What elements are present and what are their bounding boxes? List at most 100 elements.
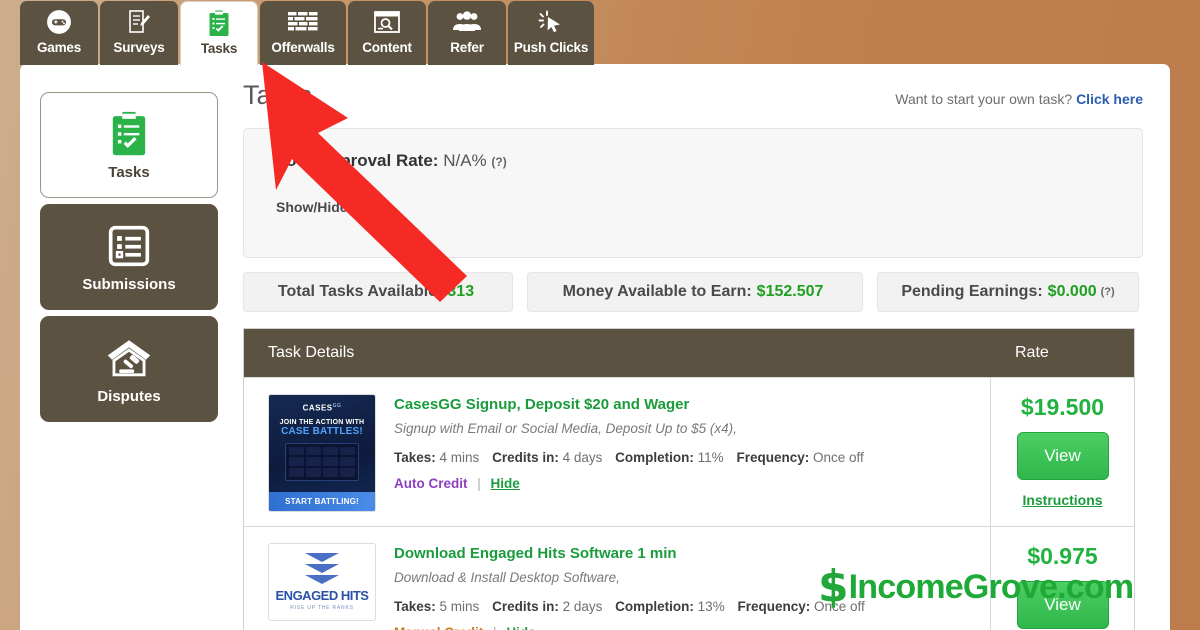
task-actions: Auto Credit | Hide (394, 476, 970, 491)
task-description: Download & Install Desktop Software, (394, 570, 620, 585)
completion-value: 11% (697, 450, 724, 465)
task-body: Download Engaged Hits Software 1 min Dow… (394, 543, 970, 630)
sidebar-item-label: Submissions (82, 275, 176, 293)
casesgg-promo-thumbnail[interactable]: CASESGG JOIN THE ACTION WITH CASE BATTLE… (268, 394, 376, 512)
thumbnail-line-1: JOIN THE ACTION WITH (279, 418, 365, 426)
page-header: Tasks Want to start your own task? Click… (243, 80, 1143, 116)
column-header-task-details: Task Details (268, 344, 355, 361)
gamepad-icon (46, 8, 72, 36)
approval-rate-label: Your Approval Rate: (276, 151, 439, 170)
completion-label: Completion: (615, 599, 694, 614)
stat-pending-earnings: Pending Earnings: $0.000 (?) (877, 272, 1139, 312)
hide-task-link[interactable]: Hide (506, 625, 535, 630)
sidebar-item-label: Disputes (97, 387, 161, 405)
task-list-icon (110, 110, 148, 158)
top-navigation: Games Surveys Tasks Offerwalls Content R… (20, 0, 594, 65)
approval-rate-value: N/A% (443, 151, 487, 170)
column-header-rate: Rate (1015, 344, 1049, 361)
tab-games[interactable]: Games (20, 1, 98, 65)
brick-wall-icon (288, 8, 318, 36)
task-rate-amount: $0.975 (1027, 543, 1098, 569)
frequency-label: Frequency: (737, 599, 811, 614)
credit-type-badge: Auto Credit (394, 476, 468, 491)
tab-label: Games (36, 40, 82, 55)
show-hide-filters-toggle[interactable]: Show/Hide Filters (276, 199, 1110, 215)
completion-label: Completion: (615, 450, 694, 465)
frequency-label: Frequency: (736, 450, 810, 465)
task-body: CasesGG Signup, Deposit $20 and Wager Si… (394, 394, 970, 512)
stat-label: Total Tasks Available: (277, 283, 443, 300)
tab-surveys[interactable]: Surveys (100, 1, 178, 65)
stat-money-available: Money Available to Earn: $152.507 (527, 272, 863, 312)
task-list-icon (208, 9, 230, 37)
task-details-cell: CASESGG JOIN THE ACTION WITH CASE BATTLE… (244, 378, 991, 526)
thumbnail-tagline: RISE UP THE RANKS (290, 605, 354, 611)
click-here-link[interactable]: Click here (1076, 91, 1143, 107)
browser-search-icon (373, 8, 401, 36)
tab-label: Content (362, 40, 412, 55)
credits-value: 4 days (562, 450, 603, 465)
tab-label: Surveys (113, 40, 165, 55)
thumbnail-cta: START BATTLING! (269, 492, 375, 511)
task-table: Task Details Rate CASESGG JOIN THE ACTIO… (243, 328, 1135, 630)
table-row: ENGAGED HITS RISE UP THE RANKS Download … (244, 526, 1134, 630)
tab-label: Tasks (200, 41, 238, 56)
sidebar-item-tasks[interactable]: Tasks (40, 92, 218, 198)
sidebar-item-disputes[interactable]: Disputes (40, 316, 218, 422)
stat-help-icon[interactable]: (?) (1101, 286, 1115, 298)
sidebar-item-submissions[interactable]: Submissions (40, 204, 218, 310)
task-rate-cell: $19.500 View Instructions (991, 378, 1134, 526)
task-title[interactable]: Download Engaged Hits Software 1 min (394, 545, 970, 562)
credits-value: 2 days (562, 599, 603, 614)
task-actions: Manual Credit | Hide (394, 625, 970, 630)
start-own-task-prompt: Want to start your own task? Click here (895, 91, 1143, 107)
credits-label: Credits in: (492, 450, 559, 465)
task-meta: Takes: 5 mins Credits in: 2 days Complet… (394, 599, 970, 614)
view-task-button[interactable]: View (1016, 581, 1109, 629)
hide-task-link[interactable]: Hide (491, 476, 520, 491)
tab-tasks[interactable]: Tasks (180, 1, 258, 65)
main-content: Tasks Want to start your own task? Click… (243, 80, 1143, 630)
list-box-icon (107, 222, 151, 270)
thumbnail-brand-name: ENGAGED HITS (275, 588, 369, 603)
tab-push-clicks[interactable]: Push Clicks (508, 1, 594, 65)
task-details-cell: ENGAGED HITS RISE UP THE RANKS Download … (244, 527, 991, 630)
takes-label: Takes: (394, 599, 436, 614)
credits-label: Credits in: (492, 599, 559, 614)
people-group-icon (452, 8, 482, 36)
instructions-link[interactable]: Instructions (1022, 492, 1102, 508)
task-title[interactable]: CasesGG Signup, Deposit $20 and Wager (394, 396, 970, 413)
tab-label: Offerwalls (271, 40, 335, 55)
engaged-hits-logo-thumbnail[interactable]: ENGAGED HITS RISE UP THE RANKS (268, 543, 376, 621)
divider: | (477, 476, 481, 491)
thumbnail-artwork (285, 442, 359, 481)
task-rate-amount: $19.500 (1020, 394, 1105, 420)
stat-value: $152.507 (756, 283, 824, 300)
stat-total-tasks-available: Total Tasks Available: 313 (243, 272, 513, 312)
stats-row: Total Tasks Available: 313 Money Availab… (243, 272, 1143, 312)
tab-offerwalls[interactable]: Offerwalls (260, 1, 346, 65)
takes-value: 4 mins (439, 450, 480, 465)
start-own-task-text: Want to start your own task? (895, 91, 1073, 107)
view-task-button[interactable]: View (1016, 432, 1109, 480)
tab-label: Refer (450, 40, 484, 55)
table-header-row: Task Details Rate (244, 329, 1134, 377)
chevron-stack-icon (305, 553, 339, 584)
takes-value: 5 mins (439, 599, 480, 614)
thumbnail-line-2: CASE BATTLES! (281, 425, 363, 437)
credit-type-badge: Manual Credit (394, 625, 483, 630)
page-title: Tasks (243, 80, 313, 110)
approval-help-icon[interactable]: (?) (491, 155, 506, 169)
task-meta: Takes: 4 mins Credits in: 4 days Complet… (394, 450, 970, 465)
sidebar-item-label: Tasks (108, 163, 150, 181)
frequency-value: Once off (813, 450, 864, 465)
gavel-house-icon (106, 334, 152, 382)
tab-content[interactable]: Content (348, 1, 426, 65)
table-row: CASESGG JOIN THE ACTION WITH CASE BATTLE… (244, 377, 1134, 526)
approval-rate-panel: Your Approval Rate: N/A% (?) Show/Hide F… (243, 128, 1143, 258)
stat-label: Pending Earnings: (901, 283, 1043, 300)
completion-value: 13% (697, 599, 725, 614)
tab-refer[interactable]: Refer (428, 1, 506, 65)
stat-value: 313 (447, 283, 475, 300)
frequency-value: Once off (814, 599, 865, 614)
